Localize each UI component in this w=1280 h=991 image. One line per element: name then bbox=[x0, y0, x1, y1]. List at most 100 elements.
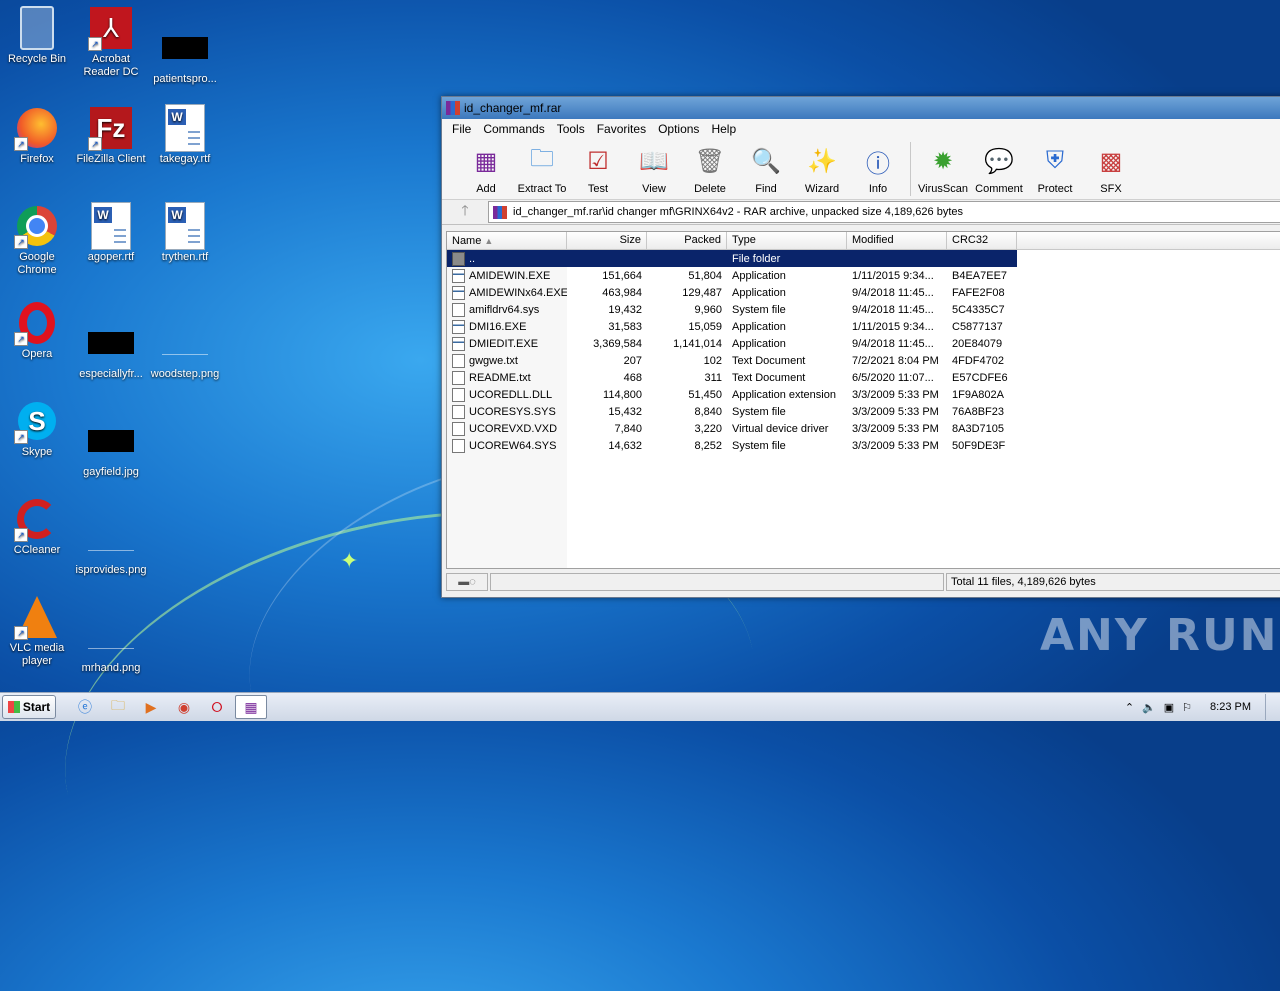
text-file-icon bbox=[452, 353, 465, 368]
wizard-button[interactable]: ✨ Wizard bbox=[794, 139, 850, 196]
file-row[interactable]: UCOREDLL.DLL 114,800 51,450 Application ext… bbox=[447, 386, 1280, 403]
file-type: Text Document bbox=[727, 355, 847, 367]
sfx-button[interactable]: ▩ SFX bbox=[1083, 139, 1139, 196]
desktop-icon[interactable]: woodstep.png bbox=[148, 320, 222, 381]
desktop-icon[interactable]: gayfield.jpg bbox=[74, 418, 148, 479]
file-name-cell: UCOREW64.SYS bbox=[447, 438, 567, 453]
volume-icon[interactable]: 🔈 bbox=[1142, 701, 1156, 714]
file-row[interactable]: AMIDEWIN.EXE 151,664 51,804 Application 1/11… bbox=[447, 267, 1280, 284]
file-crc: 4FDF4702 bbox=[947, 355, 1017, 367]
file-row[interactable]: AMIDEWINx64.EXE 463,984 129,487 Application… bbox=[447, 284, 1280, 301]
file-packed: 9,960 bbox=[647, 304, 727, 316]
file-packed-text: 1,141,014 bbox=[673, 337, 722, 350]
menu-options[interactable]: Options bbox=[652, 122, 705, 136]
chrome-taskbar-icon[interactable]: ◉ bbox=[169, 696, 199, 718]
file-modified-text: 6/5/2020 11:07... bbox=[852, 371, 934, 384]
explorer-taskbar-icon[interactable]: 🗀 bbox=[103, 696, 133, 718]
winrar-window[interactable]: id_changer_mf.rar File Commands Tools Fa… bbox=[441, 96, 1280, 598]
path-field[interactable]: id_changer_mf.rar\id changer mf\GRINX64v… bbox=[488, 201, 1280, 223]
desktop-icon[interactable]: ↗ Google Chrome bbox=[0, 203, 74, 277]
file-crc: E57CDFE6 bbox=[947, 372, 1017, 384]
file-crc-text: 5C4335C7 bbox=[952, 303, 1005, 316]
menu-tools[interactable]: Tools bbox=[551, 122, 591, 136]
test-button[interactable]: ☑ Test bbox=[570, 139, 626, 196]
desktop-icon[interactable]: ↗ CCleaner bbox=[0, 496, 74, 557]
desktop-icon[interactable]: ↗ VLC media player bbox=[0, 594, 74, 668]
column-type[interactable]: Type bbox=[727, 232, 847, 249]
recycle-bin-icon bbox=[14, 5, 60, 51]
desktop-icon[interactable]: Fz ↗ FileZilla Client bbox=[74, 105, 148, 166]
virusscan-button[interactable]: ✹ VirusScan bbox=[915, 139, 971, 196]
network-icon[interactable]: ▣ bbox=[1164, 701, 1174, 714]
menu-help[interactable]: Help bbox=[705, 122, 742, 136]
desktop-icon[interactable]: Recycle Bin bbox=[0, 5, 74, 66]
desktop-icon[interactable]: Wtrythen.rtf bbox=[148, 202, 222, 264]
desktop-icon[interactable]: mrhand.png bbox=[74, 614, 148, 675]
desktop-icon-label: Acrobat Reader DC bbox=[83, 53, 139, 78]
media-player-taskbar-icon[interactable]: ▶ bbox=[136, 696, 166, 718]
file-modified: 1/11/2015 9:34... bbox=[847, 270, 947, 282]
desktop-icon[interactable]: especiallyfr... bbox=[74, 320, 148, 381]
ie-taskbar-icon[interactable]: ⓔ bbox=[70, 696, 100, 718]
menu-file[interactable]: File bbox=[446, 122, 477, 136]
file-row[interactable]: .. File folder bbox=[447, 250, 1017, 267]
up-arrow-icon[interactable]: 🡑 bbox=[442, 200, 488, 224]
file-type-text: Text Document bbox=[732, 371, 806, 384]
column-packed[interactable]: Packed bbox=[647, 232, 727, 249]
add-icon: ▦ bbox=[474, 147, 498, 175]
desktop-icon[interactable]: ⅄ ↗ Acrobat Reader DC bbox=[74, 5, 148, 79]
desktop-icon[interactable]: ↗ Firefox bbox=[0, 105, 74, 166]
file-packed: 3,220 bbox=[647, 423, 727, 435]
start-button[interactable]: Start bbox=[2, 695, 56, 719]
file-crc: 5C4335C7 bbox=[947, 304, 1017, 316]
file-name-cell: AMIDEWINx64.EXE bbox=[447, 285, 567, 300]
drive-icon[interactable]: ▬◌ bbox=[446, 573, 488, 591]
file-type-text: System file bbox=[732, 439, 786, 452]
file-row[interactable]: gwgwe.txt 207 102 Text Document 7/2/2021 8:0… bbox=[447, 352, 1280, 369]
desktop-icon-label: mrhand.png bbox=[81, 662, 141, 674]
show-desktop-button[interactable] bbox=[1265, 694, 1280, 720]
desktop-icon[interactable]: isprovides.png bbox=[74, 516, 148, 577]
desktop-icon[interactable]: S ↗ Skype bbox=[0, 398, 74, 459]
file-type: System file bbox=[727, 440, 847, 452]
menu-commands[interactable]: Commands bbox=[477, 122, 550, 136]
delete-button[interactable]: 🗑 Delete bbox=[682, 139, 738, 196]
book-icon: 📖 bbox=[639, 147, 669, 175]
view-button[interactable]: 📖 View bbox=[626, 139, 682, 196]
opera-taskbar-icon[interactable]: ⭘ bbox=[202, 696, 232, 718]
protect-button[interactable]: ⛨ Protect bbox=[1027, 139, 1083, 195]
file-row[interactable]: amifldrv64.sys 19,432 9,960 System file 9/4/… bbox=[447, 301, 1280, 318]
desktop-icon[interactable]: Wagoper.rtf bbox=[74, 202, 148, 264]
file-row[interactable]: README.txt 468 311 Text Document 6/5/2020 11… bbox=[447, 369, 1280, 386]
extract-to-button[interactable]: 🗀 Extract To bbox=[514, 139, 570, 196]
desktop-icon[interactable]: ↗ Opera bbox=[0, 300, 74, 361]
column-modified[interactable]: Modified bbox=[847, 232, 947, 249]
info-button[interactable]: ⓘ Info bbox=[850, 139, 906, 196]
column-size[interactable]: Size bbox=[567, 232, 647, 249]
window-titlebar[interactable]: id_changer_mf.rar bbox=[442, 97, 1280, 119]
file-list[interactable]: Name ▲ Size Packed Type Modified CRC32 .… bbox=[446, 231, 1280, 569]
file-row[interactable]: DMIEDIT.EXE 3,369,584 1,141,014 Application… bbox=[447, 335, 1280, 352]
winrar-taskbar-icon[interactable]: ▦ bbox=[235, 695, 267, 719]
add-button[interactable]: ▦ Add bbox=[458, 139, 514, 196]
find-button[interactable]: 🔍 Find bbox=[738, 139, 794, 196]
comment-button[interactable]: 💬 Comment bbox=[971, 139, 1027, 196]
clock[interactable]: 8:23 PM bbox=[1210, 701, 1251, 713]
action-center-flag-icon[interactable]: ⚐ bbox=[1182, 701, 1192, 714]
desktop-icon[interactable]: Wtakegay.rtf bbox=[148, 104, 222, 166]
menu-bar: File Commands Tools Favorites Options He… bbox=[442, 119, 1280, 139]
file-row[interactable]: DMI16.EXE 31,583 15,059 Application 1/11/201… bbox=[447, 318, 1280, 335]
column-name[interactable]: Name ▲ bbox=[447, 232, 567, 249]
file-size-text: 7,840 bbox=[614, 422, 642, 435]
file-size: 468 bbox=[567, 372, 647, 384]
file-row[interactable]: UCOREVXD.VXD 7,840 3,220 Virtual device dri… bbox=[447, 420, 1280, 437]
file-row[interactable]: UCOREW64.SYS 14,632 8,252 System file 3/3/20… bbox=[447, 437, 1280, 454]
file-name: AMIDEWINx64.EXE bbox=[469, 286, 567, 299]
file-row[interactable]: UCORESYS.SYS 15,432 8,840 System file 3/3/20… bbox=[447, 403, 1280, 420]
file-size: 15,432 bbox=[567, 406, 647, 418]
tray-expand-icon[interactable]: ⌃ bbox=[1125, 701, 1134, 714]
file-name: gwgwe.txt bbox=[469, 354, 518, 367]
menu-favorites[interactable]: Favorites bbox=[591, 122, 652, 136]
column-crc32[interactable]: CRC32 bbox=[947, 232, 1017, 249]
desktop-icon[interactable]: patientspro... bbox=[148, 25, 222, 86]
